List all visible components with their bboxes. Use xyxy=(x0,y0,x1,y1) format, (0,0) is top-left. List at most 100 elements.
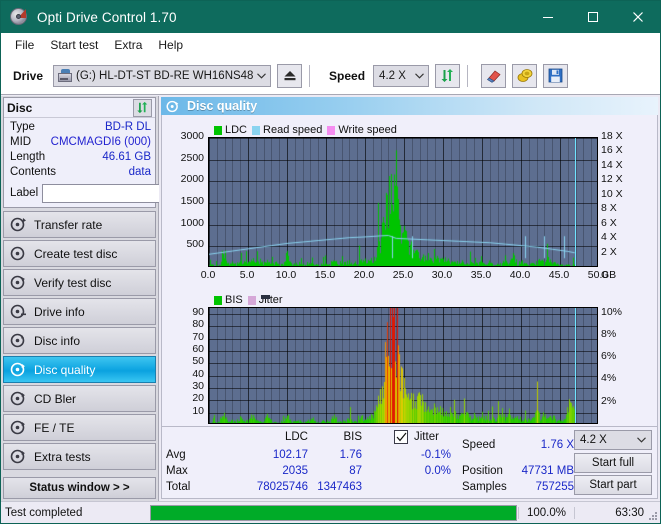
app-window: Opti Drive Control 1.70 File Start test … xyxy=(0,0,661,524)
disc-info-icon xyxy=(10,333,27,348)
erase-button[interactable] xyxy=(481,63,507,88)
sidebar-item-cd-bler[interactable]: CD Bler xyxy=(3,385,156,412)
speed-select-value: 4.2 X xyxy=(379,69,406,82)
stats-speed-value: 1.76 X xyxy=(540,439,574,451)
axis-tick-label: 40 xyxy=(192,367,204,380)
menu-file[interactable]: File xyxy=(7,35,42,55)
stats-max-jitter: 0.0% xyxy=(424,465,451,477)
axis-tick-label: 60 xyxy=(192,343,204,356)
stats-avg-ldc: 102.17 xyxy=(272,449,308,461)
axis-tick-label: 16 X xyxy=(601,144,623,157)
axis-tick-label: 5.0 xyxy=(239,269,255,281)
legend-swatch xyxy=(327,125,336,135)
legend-swatch xyxy=(214,295,222,305)
stats-row-max-label: Max xyxy=(166,465,188,477)
status-window-button[interactable]: Status window > > xyxy=(3,477,156,499)
menu-help[interactable]: Help xyxy=(150,35,191,55)
disc-mid-label: MID xyxy=(10,136,32,148)
legend-item: BIS xyxy=(214,294,243,306)
sidebar-item-create-test-disc[interactable]: Create test disc xyxy=(3,240,156,267)
sidebar-item-extra-tests[interactable]: Extra tests xyxy=(3,443,156,470)
chart-data-canvas xyxy=(209,138,597,266)
legend-swatch xyxy=(214,125,222,135)
sidebar-item-transfer-rate[interactable]: Transfer rate xyxy=(3,211,156,238)
disc-panel-title: Disc xyxy=(7,100,33,115)
maximize-icon[interactable] xyxy=(570,1,615,33)
axis-tick-label: 70 xyxy=(192,330,204,343)
sidebar-item-fe-te[interactable]: FE / TE xyxy=(3,414,156,441)
disc-length-value: 46.61 GB xyxy=(102,151,151,163)
sidebar-item-verify-test-disc[interactable]: Verify test disc xyxy=(3,269,156,296)
progress-fill xyxy=(151,505,516,520)
stats-total-bis: 1347463 xyxy=(317,481,362,493)
progress-percent: 100.0% xyxy=(518,506,574,519)
stats-col-ldc: LDC xyxy=(284,431,308,443)
ldc-chart-legend: LDC Read speed Write speed xyxy=(214,124,397,136)
legend-label: LDC xyxy=(225,124,248,136)
close-icon[interactable] xyxy=(615,1,660,33)
drive-toolbar: Drive (G:) HL-DT-ST BD-RE WH16NS48 1.D3 … xyxy=(1,57,660,95)
disc-refresh-button[interactable] xyxy=(133,98,152,117)
optical-disc-icon xyxy=(9,7,29,27)
resize-grip[interactable] xyxy=(646,509,658,521)
axis-tick-label: 6% xyxy=(601,350,617,363)
minimize-icon[interactable] xyxy=(525,1,570,33)
fe-te-icon xyxy=(10,420,27,435)
disc-mid-value[interactable]: CMCMAGDI6 (000) xyxy=(51,135,151,150)
start-part-button[interactable]: Start part xyxy=(574,475,652,495)
axis-tick-label: 20 xyxy=(192,392,204,405)
save-button[interactable] xyxy=(543,63,569,88)
menu-start-test[interactable]: Start test xyxy=(42,35,106,55)
axis-tick-label: 45.0 xyxy=(548,269,570,281)
drive-info-icon xyxy=(10,304,27,319)
start-full-button[interactable]: Start full xyxy=(574,453,652,473)
ldc-plot-area[interactable] xyxy=(208,137,598,267)
sidebar-item-label: FE / TE xyxy=(34,420,75,435)
disc-label-label: Label xyxy=(10,187,39,199)
disc-verify-icon xyxy=(10,275,27,290)
speed-label: Speed xyxy=(329,68,366,83)
drive-select[interactable]: (G:) HL-DT-ST BD-RE WH16NS48 1.D3 xyxy=(53,64,272,87)
axis-tick-label: 14 X xyxy=(601,158,623,171)
axis-tick-label: 50 xyxy=(192,355,204,368)
panel-header: Disc quality xyxy=(161,97,658,115)
sidebar-item-disc-info[interactable]: Disc info xyxy=(3,327,156,354)
jitter-checkbox[interactable] xyxy=(394,430,408,444)
axis-tick-label: 6 X xyxy=(601,216,617,229)
eject-button[interactable] xyxy=(277,63,303,88)
refresh-button[interactable] xyxy=(435,63,461,88)
axis-tick-label: 0.0 xyxy=(200,269,216,281)
stats-avg-bis: 1.76 xyxy=(339,449,362,461)
content-area: Disc quality LDC Read speed Write speed 50… xyxy=(159,96,660,501)
menu-extra[interactable]: Extra xyxy=(106,35,150,55)
test-speed-select[interactable]: 4.2 X xyxy=(574,430,652,450)
window-title: Opti Drive Control 1.70 xyxy=(37,9,177,25)
axis-tick-label: 18 X xyxy=(601,130,623,142)
title-bar: Opti Drive Control 1.70 xyxy=(1,1,660,33)
stats-row-total-label: Total xyxy=(166,481,191,493)
bis-chart-legend: BIS Jitter xyxy=(214,294,283,306)
disc-contents-value: data xyxy=(128,166,151,178)
axis-tick-label: 10 X xyxy=(601,187,623,200)
status-bar: Test completed 100.0% 63:30 xyxy=(1,501,660,523)
progress-bar xyxy=(150,504,517,521)
disc-speed-icon xyxy=(10,217,27,232)
sidebar-item-label: Extra tests xyxy=(34,449,91,464)
sidebar-item-label: Verify test disc xyxy=(34,275,112,290)
disc-contents-label: Contents xyxy=(10,166,57,178)
disc-panel-header: Disc xyxy=(4,98,155,118)
bis-plot-area[interactable] xyxy=(208,307,598,424)
legend-label: Write speed xyxy=(338,124,397,136)
axis-tick-label: 80 xyxy=(192,318,204,331)
coins-button[interactable] xyxy=(512,63,538,88)
axis-tick-label: 8 X xyxy=(601,202,617,215)
disc-burn-icon xyxy=(10,246,27,261)
stats-col-bis: BIS xyxy=(343,431,362,443)
stats-panel: LDC BIS Jitter Avg 102.17 1.76 -0.1% Max… xyxy=(161,427,658,499)
chevron-down-icon xyxy=(253,72,270,79)
disc-row-mid: MID CMCMAGDI6 (000) xyxy=(10,135,151,150)
speed-select[interactable]: 4.2 X xyxy=(373,64,430,87)
sidebar-item-drive-info[interactable]: Drive info xyxy=(3,298,156,325)
sidebar-item-disc-quality[interactable]: Disc quality xyxy=(3,356,156,383)
axis-tick-label: 2% xyxy=(601,394,617,407)
